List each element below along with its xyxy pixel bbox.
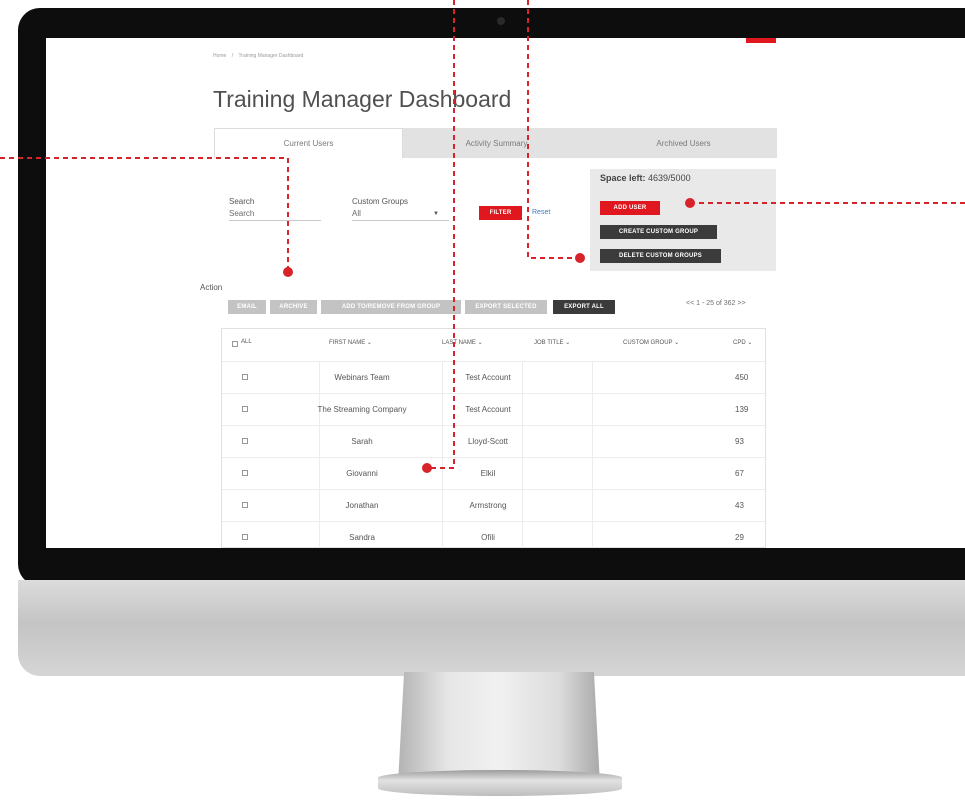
cell-last-name: Armstrong xyxy=(469,501,507,510)
row-divider xyxy=(222,393,767,394)
monitor-stand-base xyxy=(378,770,622,796)
cell-cpd: 67 xyxy=(735,469,744,478)
column-divider xyxy=(319,361,320,548)
row-checkbox[interactable] xyxy=(242,502,248,508)
breadcrumb-home[interactable]: Home xyxy=(213,53,226,59)
row-checkbox[interactable] xyxy=(242,406,248,412)
cell-last-name: Elkil xyxy=(480,469,496,478)
tab-current-users[interactable]: Current Users xyxy=(214,128,403,158)
tab-archived-users[interactable]: Archived Users xyxy=(590,128,777,158)
space-left: Space left: 4639/5000 xyxy=(600,173,691,183)
tab-activity-summary[interactable]: Activity Summary xyxy=(403,128,590,158)
header-last-name-label: LAST NAME xyxy=(442,340,476,346)
search-input[interactable]: Search xyxy=(229,209,321,221)
row-divider xyxy=(222,425,767,426)
row-checkbox[interactable] xyxy=(242,470,248,476)
header-first-name[interactable]: FIRST NAME ⌄ xyxy=(329,339,372,346)
column-divider xyxy=(522,361,523,548)
cell-cpd: 29 xyxy=(735,533,744,542)
cell-first-name: The Streaming Company xyxy=(317,405,407,414)
header-all: ALL xyxy=(241,339,252,345)
add-user-button[interactable]: ADD USER xyxy=(600,201,660,215)
header-last-name[interactable]: LAST NAME ⌄ xyxy=(442,339,483,346)
cell-first-name: Jonathan xyxy=(345,501,379,510)
select-all-checkbox[interactable] xyxy=(232,341,238,347)
header-cpd[interactable]: CPD ⌄ xyxy=(733,339,752,346)
column-divider xyxy=(442,361,443,548)
filter-button[interactable]: FILTER xyxy=(479,206,522,220)
cell-cpd: 93 xyxy=(735,437,744,446)
header-job-title[interactable]: JOB TITLE ⌄ xyxy=(534,339,570,346)
header-custom-group[interactable]: CUSTOM GROUP ⌄ xyxy=(623,339,679,346)
sort-icon: ⌄ xyxy=(366,340,372,346)
row-divider xyxy=(222,489,767,490)
cell-last-name: Lloyd-Scott xyxy=(467,437,509,446)
cell-cpd: 450 xyxy=(735,373,749,382)
header-first-name-label: FIRST NAME xyxy=(329,340,366,346)
users-table: ALL FIRST NAME ⌄ LAST NAME ⌄ JOB TITLE ⌄… xyxy=(221,328,767,548)
header-job-title-label: JOB TITLE xyxy=(534,340,564,346)
header-custom-group-label: CUSTOM GROUP xyxy=(623,340,673,346)
row-checkbox[interactable] xyxy=(242,438,248,444)
export-all-button[interactable]: EXPORT ALL xyxy=(553,300,615,314)
space-left-label: Space left: xyxy=(600,173,646,183)
page-title: Training Manager Dashboard xyxy=(213,86,512,112)
row-checkbox[interactable] xyxy=(242,374,248,380)
breadcrumb: Home / Training Manager Dashboard xyxy=(213,53,303,59)
create-custom-group-button[interactable]: CREATE CUSTOM GROUP xyxy=(600,225,717,239)
cell-first-name: Sarah xyxy=(351,437,373,446)
pagination[interactable]: << 1 - 25 of 362 >> xyxy=(686,300,746,307)
breadcrumb-current: Training Manager Dashboard xyxy=(238,53,304,59)
header-accent-strip xyxy=(746,38,776,43)
add-remove-group-button[interactable]: ADD TO/REMOVE FROM GROUP xyxy=(321,300,461,314)
sort-icon: ⌄ xyxy=(674,340,680,346)
cell-last-name: Test Account xyxy=(465,405,511,414)
camera-dot xyxy=(497,17,505,25)
space-left-value: 4639/5000 xyxy=(648,173,691,183)
archive-button[interactable]: ARCHIVE xyxy=(270,300,317,314)
delete-custom-groups-button[interactable]: DELETE CUSTOM GROUPS xyxy=(600,249,721,263)
email-button[interactable]: EMAIL xyxy=(228,300,266,314)
cell-last-name: Ofili xyxy=(481,533,495,542)
cell-first-name: Webinars Team xyxy=(334,373,390,382)
sort-icon: ⌄ xyxy=(747,340,753,346)
marketing-image: Home / Training Manager Dashboard Traini… xyxy=(0,0,965,804)
reset-link[interactable]: Reset xyxy=(532,209,550,216)
screen: Home / Training Manager Dashboard Traini… xyxy=(46,38,965,548)
cell-first-name: Sandra xyxy=(349,533,375,542)
cell-last-name: Test Account xyxy=(465,373,511,382)
breadcrumb-separator: / xyxy=(231,53,234,59)
header-cpd-label: CPD xyxy=(733,340,746,346)
row-checkbox[interactable] xyxy=(242,534,248,540)
row-divider xyxy=(222,361,767,362)
sort-icon: ⌄ xyxy=(565,340,571,346)
monitor-chin xyxy=(18,580,965,676)
custom-groups-label: Custom Groups xyxy=(352,197,409,206)
chevron-down-icon: ▼ xyxy=(433,211,439,217)
search-label: Search xyxy=(229,197,255,206)
column-divider xyxy=(592,361,593,548)
tab-bar: Current Users Activity Summary Archived … xyxy=(214,128,777,158)
sort-icon: ⌄ xyxy=(477,340,483,346)
monitor-stand xyxy=(398,672,600,784)
cell-first-name: Giovanni xyxy=(346,469,378,478)
action-label: Action xyxy=(200,283,223,292)
row-divider xyxy=(222,457,767,458)
export-selected-button[interactable]: EXPORT SELECTED xyxy=(465,300,547,314)
cell-cpd: 139 xyxy=(735,405,749,414)
cell-cpd: 43 xyxy=(735,501,744,510)
row-divider xyxy=(222,521,767,522)
